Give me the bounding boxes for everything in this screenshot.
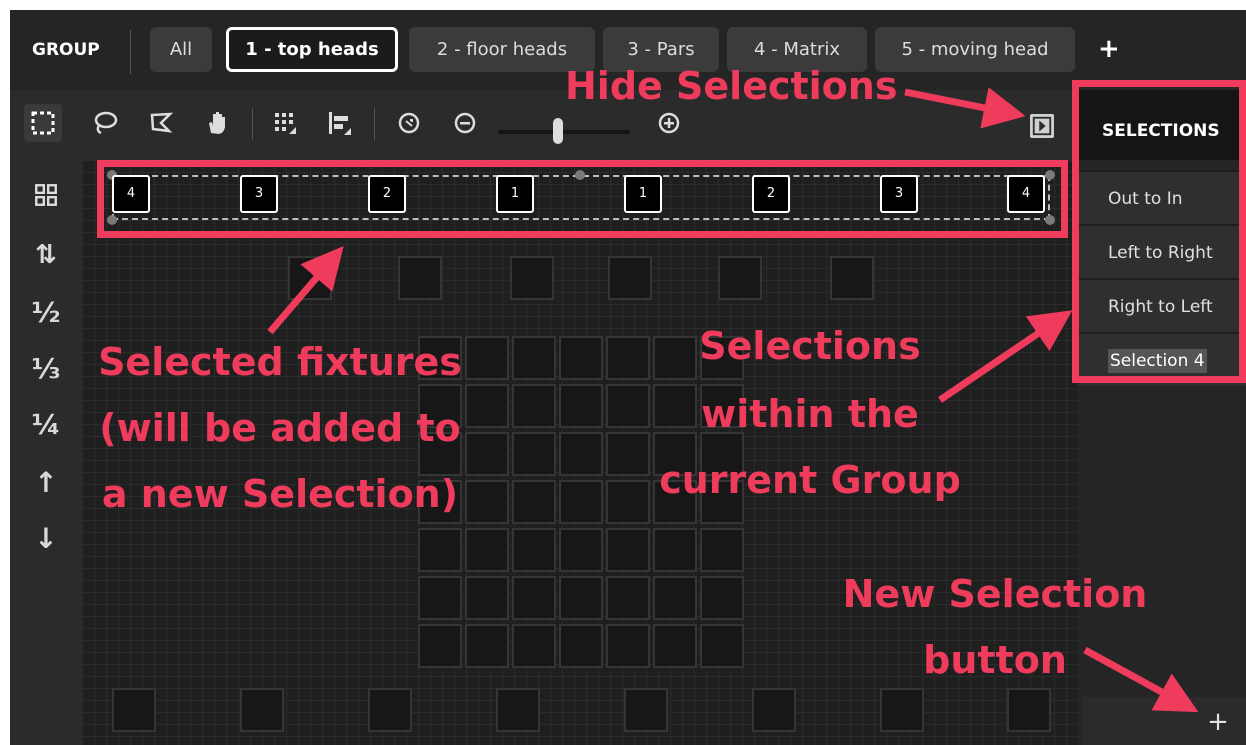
annotation-selected-fixtures-line2: (will be added to <box>99 406 461 450</box>
annotation-new-selection-line1: New Selection <box>842 572 1148 616</box>
annotation-selections-line1: Selections <box>699 324 921 368</box>
annotation-hide-selections: Hide Selections <box>565 64 898 108</box>
annotation-selected-fixtures-line1: Selected fixtures <box>98 340 462 384</box>
arrow-selected-fixtures <box>267 246 344 335</box>
annotation-new-selection-line2: button <box>923 638 1067 682</box>
annotation-selections-line3: current Group <box>659 458 961 502</box>
annotation-selections-line2: within the <box>701 392 919 436</box>
arrow-hide-selections <box>904 87 1026 129</box>
annotation-selected-fixtures-line3: a new Selection) <box>101 472 459 516</box>
